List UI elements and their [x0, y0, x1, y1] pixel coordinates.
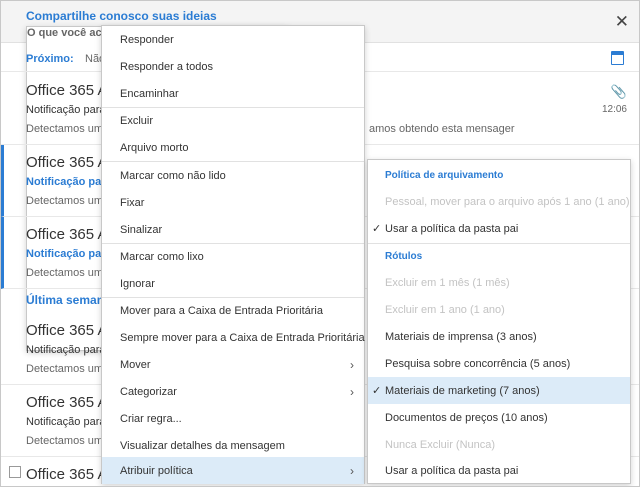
message-sender: Office 365 A: [26, 466, 108, 483]
menu-item-label: Arquivo morto: [120, 142, 189, 154]
message-preview: Detectamos uma: [26, 195, 110, 207]
menu-item-forward[interactable]: Encaminhar: [102, 80, 364, 107]
close-icon[interactable]: ✕: [615, 13, 629, 30]
message-sender: Office 365 A: [26, 82, 108, 99]
message-subject: Notificação para: [26, 104, 106, 116]
message-sender: Office 365 A: [26, 154, 108, 171]
menu-item-label: Pessoal, mover para o arquivo após 1 ano…: [385, 196, 630, 208]
submenu-separator: [368, 243, 630, 244]
archive-policy-personal: Pessoal, mover para o arquivo após 1 ano…: [368, 188, 630, 215]
paperclip-icon: 📎: [610, 84, 627, 99]
menu-item-delete[interactable]: Excluir: [102, 107, 364, 134]
menu-item-always-move-focused[interactable]: Sempre mover para a Caixa de Entrada Pri…: [102, 324, 365, 351]
menu-item-flag[interactable]: Sinalizar: [102, 216, 364, 243]
message-checkbox[interactable]: [9, 466, 21, 478]
menu-item-label: Sempre mover para a Caixa de Entrada Pri…: [120, 332, 365, 344]
menu-item-label: Mover para a Caixa de Entrada Prioritári…: [120, 305, 323, 317]
menu-item-move-focused[interactable]: Mover para a Caixa de Entrada Prioritári…: [102, 297, 364, 324]
labels-header: Rótulos: [385, 251, 423, 262]
mail-window: Compartilhe conosco suas ideias O que vo…: [0, 0, 640, 487]
menu-item-move[interactable]: Mover ›: [102, 351, 364, 378]
message-preview: Detectamos uma: [26, 363, 110, 375]
menu-item-label: Responder: [120, 34, 174, 46]
message-preview-tail: amos obtendo esta mensager: [369, 123, 515, 135]
message-subject: Notificação par: [26, 176, 106, 188]
menu-item-label: Materiais de marketing (7 anos): [385, 385, 540, 397]
menu-item-reply[interactable]: Responder: [102, 26, 364, 53]
archive-policy-use-parent[interactable]: ✓ Usar a política da pasta pai: [368, 215, 630, 242]
section-header-last-week: Última semana: [26, 293, 111, 307]
menu-item-create-rule[interactable]: Criar regra...: [102, 405, 364, 432]
label-delete-1-month: Excluir em 1 mês (1 mês): [368, 269, 630, 296]
menu-item-label: Categorizar: [120, 386, 177, 398]
label-press-materials[interactable]: Materiais de imprensa (3 anos): [368, 323, 630, 350]
label-marketing-materials[interactable]: ✓ Materiais de marketing (7 anos): [368, 377, 630, 404]
menu-item-label: Criar regra...: [120, 413, 182, 425]
menu-item-label: Pesquisa sobre concorrência (5 anos): [385, 358, 571, 370]
chevron-right-icon: ›: [350, 464, 354, 478]
label-never-delete: Nunca Excluir (Nunca): [368, 431, 630, 458]
menu-item-categorize[interactable]: Categorizar ›: [102, 378, 364, 405]
menu-item-label: Visualizar detalhes da mensagem: [120, 440, 285, 452]
chevron-right-icon: ›: [350, 385, 354, 399]
message-sender: Office 365 A: [26, 226, 108, 243]
message-sender: Office 365 A: [26, 322, 108, 339]
menu-item-label: Responder a todos: [120, 61, 213, 73]
message-subject: Notificação para: [26, 344, 106, 356]
menu-item-label: Ignorar: [120, 278, 155, 290]
calendar-icon[interactable]: [611, 51, 624, 65]
message-preview: Detectamos uma: [26, 123, 110, 135]
menu-item-label: Excluir em 1 mês (1 mês): [385, 277, 510, 289]
menu-item-label: Mover: [120, 359, 151, 371]
message-preview: Detectamos uma: [26, 435, 110, 447]
menu-item-archive[interactable]: Arquivo morto: [102, 134, 364, 161]
label-competitor-research[interactable]: Pesquisa sobre concorrência (5 anos): [368, 350, 630, 377]
feedback-title[interactable]: Compartilhe conosco suas ideias: [26, 9, 217, 23]
menu-item-assign-policy[interactable]: Atribuir política ›: [102, 457, 364, 484]
menu-item-label: Atribuir política: [120, 465, 193, 477]
message-time: 12:06: [601, 104, 627, 115]
menu-item-label: Excluir: [120, 115, 154, 127]
next-label: Próximo:: [26, 53, 74, 65]
menu-item-ignore[interactable]: Ignorar: [102, 270, 364, 297]
menu-item-mark-unread[interactable]: Marcar como não lido: [102, 162, 364, 189]
policy-submenu: Política de arquivamento Pessoal, mover …: [367, 159, 631, 484]
checkmark-icon: ✓: [372, 385, 382, 397]
menu-item-label: Marcar como lixo: [120, 251, 204, 263]
message-preview: Detectamos uma: [26, 267, 110, 279]
menu-item-reply-all[interactable]: Responder a todos: [102, 53, 364, 80]
menu-item-label: Encaminhar: [120, 88, 179, 100]
context-menu: Responder Responder a todos Encaminhar E…: [101, 25, 365, 484]
menu-item-label: Sinalizar: [120, 224, 163, 236]
menu-item-label: Excluir em 1 ano (1 ano): [385, 304, 505, 316]
label-use-parent-policy[interactable]: Usar a política da pasta pai: [368, 457, 630, 484]
archive-policy-header: Política de arquivamento: [385, 170, 504, 181]
menu-item-label: Usar a política da pasta pai: [385, 223, 519, 235]
label-pricing-documents[interactable]: Documentos de preços (10 anos): [368, 404, 630, 431]
menu-item-label: Fixar: [120, 197, 145, 209]
menu-item-label: Nunca Excluir (Nunca): [385, 439, 496, 451]
menu-item-label: Materiais de imprensa (3 anos): [385, 331, 537, 343]
menu-item-label: Marcar como não lido: [120, 170, 226, 182]
menu-item-pin[interactable]: Fixar: [102, 189, 364, 216]
menu-item-label: Documentos de preços (10 anos): [385, 412, 548, 424]
message-subject: Notificação par: [26, 248, 106, 260]
checkmark-icon: ✓: [372, 223, 382, 235]
label-delete-1-year: Excluir em 1 ano (1 ano): [368, 296, 630, 323]
message-subject: Notificação para: [26, 416, 106, 428]
menu-item-label: Usar a política da pasta pai: [385, 465, 519, 477]
menu-item-mark-junk[interactable]: Marcar como lixo: [102, 243, 364, 270]
chevron-right-icon: ›: [350, 358, 354, 372]
menu-item-view-details[interactable]: Visualizar detalhes da mensagem: [102, 432, 364, 459]
message-sender: Office 365 A: [26, 394, 108, 411]
